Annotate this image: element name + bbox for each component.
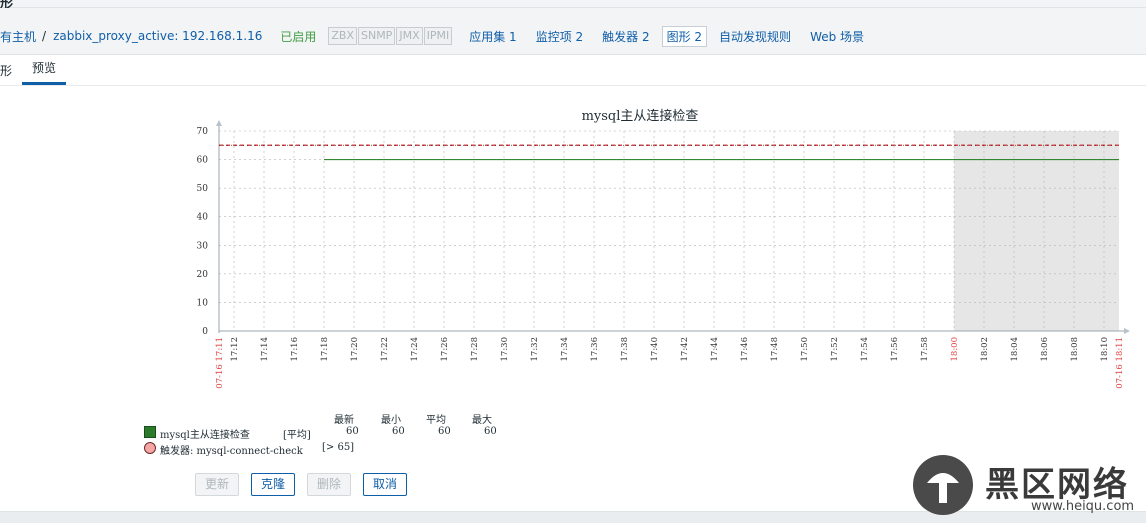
x-tick-label: 17:20 [350, 337, 360, 362]
x-axis-arrow [1124, 328, 1130, 334]
y-tick-label: 50 [197, 184, 209, 194]
nav-web-scenarios[interactable]: Web 场景 [810, 28, 864, 45]
y-tick-label: 0 [202, 327, 208, 337]
x-tick-label: 17:26 [440, 337, 450, 362]
y-axis-arrow [216, 120, 222, 126]
ipmi-badge: IPMI [423, 27, 453, 45]
chart-title: mysql主从连接检查 [582, 108, 699, 124]
host-link[interactable]: zabbix_proxy_active: 192.168.1.16 [53, 29, 262, 43]
x-tick-label: 17:52 [830, 337, 840, 362]
x-tick-label: 17:36 [590, 337, 600, 362]
legend-header-max: 最大 [472, 415, 492, 426]
legend-value-min: 60 [392, 426, 405, 437]
graph-chart: 0 10 20 30 40 50 60 70 17:12 17:14 17:16 17:18 17:2… [197, 108, 1130, 389]
nav-applications[interactable]: 应用集 1 [469, 28, 516, 45]
x-tick-label: 17:56 [890, 337, 900, 362]
trigger-color-swatch [144, 442, 156, 454]
x-tick-labels: 17:12 17:14 17:16 17:18 17:20 17:22 17:24 17:26… [215, 337, 1125, 389]
x-tick-label: 17:12 [230, 337, 240, 362]
y-tick-label: 10 [197, 298, 209, 308]
y-tick-label: 30 [197, 241, 209, 251]
x-tick-label: 17:18 [320, 337, 330, 362]
x-tick-label: 17:40 [650, 337, 660, 362]
x-tick-label: 18:04 [1010, 337, 1020, 362]
x-tick-label: 18:08 [1070, 337, 1080, 362]
breadcrumb-separator: / [42, 29, 47, 43]
host-navigation-bar: 有主机 / zabbix_proxy_active: 192.168.1.16 … [0, 8, 1146, 55]
nav-triggers[interactable]: 触发器 2 [602, 28, 649, 45]
nav-items[interactable]: 监控项 2 [536, 28, 583, 45]
series-color-swatch [144, 426, 156, 438]
top-strip: 形 [0, 0, 1146, 11]
y-tick-label: 60 [197, 156, 209, 166]
host-nav-items: 有主机 / zabbix_proxy_active: 192.168.1.16 … [0, 25, 864, 47]
y-tick-label: 20 [197, 270, 209, 280]
legend-header-min: 最小 [381, 415, 401, 426]
legend-value-last: 60 [346, 426, 359, 437]
x-tick-label: 17:50 [800, 337, 810, 362]
tab-preview[interactable]: 预览 [22, 55, 66, 85]
all-hosts-link[interactable]: 有主机 [0, 28, 36, 45]
x-tick-label: 17:14 [260, 337, 270, 362]
x-tick-label: 17:42 [680, 337, 690, 362]
availability-badges: ZBX SNMP JMX IPMI [328, 27, 453, 45]
legend-header-last: 最新 [334, 415, 354, 426]
legend-value-max: 60 [484, 426, 497, 437]
x-tick-label: 17:48 [770, 337, 780, 362]
watermark-logo: 黑区网络 www.heiqu.com [913, 455, 1143, 519]
x-start-label: 07-16 17:11 [215, 337, 225, 389]
legend-value-avg: 60 [438, 426, 451, 437]
legend-trigger-label: 触发器: mysql-connect-check [160, 446, 303, 457]
x-tick-label: 17:24 [410, 337, 420, 362]
x-tick-label-highlight: 18:00 [950, 337, 960, 362]
y-tick-labels: 0 10 20 30 40 50 60 70 [197, 127, 209, 337]
y-tick-label: 70 [197, 127, 209, 137]
legend-series-label: mysql主从连接检查 [160, 430, 250, 441]
x-tick-label: 17:34 [560, 337, 570, 362]
x-tick-label: 18:10 [1100, 337, 1110, 362]
x-tick-label: 18:06 [1040, 337, 1050, 362]
x-tick-label: 17:16 [290, 337, 300, 362]
x-tick-label: 17:58 [920, 337, 930, 362]
nav-graphs[interactable]: 图形 2 [661, 25, 708, 47]
delete-button[interactable]: 删除 [307, 473, 352, 496]
nav-discovery-rules[interactable]: 自动发现规则 [719, 28, 791, 45]
jmx-badge: JMX [396, 27, 423, 45]
graph-preview: 0 10 20 30 40 50 60 70 17:12 17:14 17:16 17:18 17:2… [0, 86, 1146, 506]
x-tick-label: 17:44 [710, 337, 720, 362]
x-tick-label: 17:28 [470, 337, 480, 362]
clone-button[interactable]: 克隆 [251, 473, 296, 496]
tab-graph[interactable]: 形 [0, 62, 12, 79]
x-tick-label: 17:32 [530, 337, 540, 362]
form-buttons: 更新 克隆 删除 取消 [195, 473, 408, 496]
x-tick-label: 17:54 [860, 337, 870, 362]
legend-trigger-condition: [> 65] [322, 442, 355, 453]
cancel-button[interactable]: 取消 [363, 473, 408, 496]
y-tick-label: 40 [197, 213, 209, 223]
x-tick-label: 17:22 [380, 337, 390, 362]
x-tick-label: 18:02 [980, 337, 990, 362]
x-end-label: 07-16 18:11 [1115, 337, 1125, 389]
zbx-badge: ZBX [328, 27, 357, 45]
form-tabs: 形 预览 [0, 55, 1146, 86]
x-tick-label: 17:38 [620, 337, 630, 362]
legend-header-avg: 平均 [426, 415, 446, 426]
snmp-badge: SNMP [357, 27, 396, 45]
update-button[interactable]: 更新 [195, 473, 240, 496]
watermark-text-en: www.heiqu.com [1031, 499, 1135, 514]
x-tick-label: 17:30 [500, 337, 510, 362]
x-tick-label: 17:46 [740, 337, 750, 362]
watermark-mushroom-icon [913, 455, 973, 515]
shaded-region [954, 131, 1119, 331]
host-status-enabled[interactable]: 已启用 [280, 28, 316, 45]
legend-series-function: [平均] [283, 430, 311, 441]
